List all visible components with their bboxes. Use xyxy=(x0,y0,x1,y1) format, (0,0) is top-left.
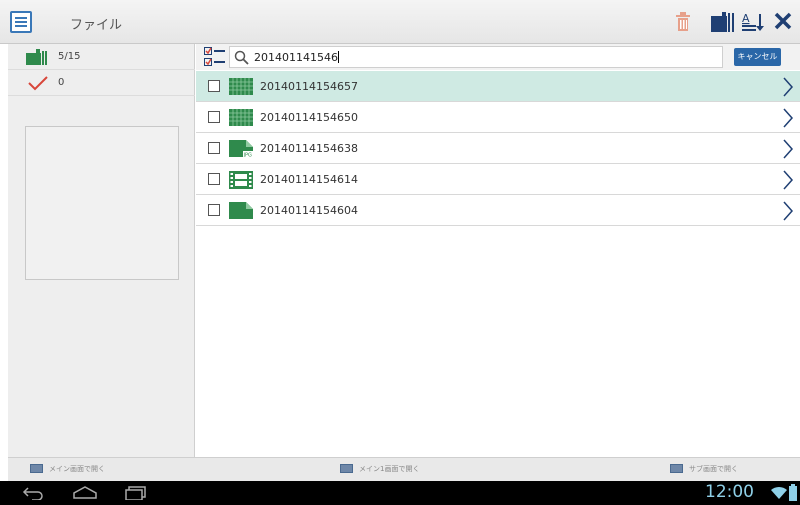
file-name: 20140114154614 xyxy=(260,173,358,186)
open-main1-label: メイン1画面で開く xyxy=(359,465,420,473)
search-bar: 201401141546 キャンセル xyxy=(196,44,800,70)
checkmark-icon xyxy=(28,76,48,91)
list-item[interactable]: 20140114154614 xyxy=(196,164,800,195)
chevron-right-icon[interactable] xyxy=(782,201,794,221)
svg-text:A: A xyxy=(742,12,750,25)
checkbox[interactable] xyxy=(208,204,220,216)
jpeg-file-icon: JPG xyxy=(229,140,253,157)
bottom-action-bar: メイン画面で開く メイン1画面で開く サブ画面で開く xyxy=(8,457,800,481)
window-icon xyxy=(670,464,683,473)
chevron-right-icon[interactable] xyxy=(782,77,794,97)
app-header: ファイル A xyxy=(0,0,800,44)
file-name: 20140114154650 xyxy=(260,111,358,124)
checkbox[interactable] xyxy=(208,142,220,154)
list-item[interactable]: 20140114154650 xyxy=(196,102,800,133)
image-file-icon xyxy=(229,109,253,126)
open-main1-button[interactable]: メイン1画面で開く xyxy=(340,464,419,474)
wifi-icon xyxy=(771,486,787,499)
window-icon xyxy=(340,464,353,473)
checked-count: 0 xyxy=(58,77,65,88)
checked-count-row: 0 xyxy=(8,70,195,96)
document-file-icon xyxy=(229,202,253,219)
search-query: 201401141546 xyxy=(254,51,338,64)
chevron-right-icon[interactable] xyxy=(782,139,794,159)
left-panel: 5/15 0 xyxy=(8,44,195,457)
checkbox[interactable] xyxy=(208,173,220,185)
back-icon[interactable] xyxy=(22,486,44,500)
folder-select-icon[interactable] xyxy=(711,12,735,32)
text-caret xyxy=(337,51,339,63)
clock: 12:00 xyxy=(705,482,754,502)
video-file-icon xyxy=(229,171,253,189)
window-icon xyxy=(30,464,43,473)
image-file-icon xyxy=(229,78,253,95)
checkbox[interactable] xyxy=(208,80,220,92)
trash-icon[interactable] xyxy=(675,12,691,32)
search-icon xyxy=(234,50,249,65)
battery-icon xyxy=(789,484,797,501)
file-list: 20140114154657 20140114154650 JPG 201401… xyxy=(196,71,800,226)
folder-icon xyxy=(26,49,47,65)
system-nav-bar: 12:00 xyxy=(0,481,800,505)
preview-area xyxy=(25,126,179,280)
chevron-right-icon[interactable] xyxy=(782,170,794,190)
file-name: 20140114154638 xyxy=(260,142,358,155)
list-item[interactable]: JPG 20140114154638 xyxy=(196,133,800,164)
menu-icon[interactable] xyxy=(10,11,32,33)
open-main-button[interactable]: メイン画面で開く xyxy=(30,464,105,474)
open-sub-label: サブ画面で開く xyxy=(689,465,738,473)
checkbox[interactable] xyxy=(208,111,220,123)
select-all-icon[interactable] xyxy=(204,47,226,67)
list-item[interactable]: 20140114154657 xyxy=(196,71,800,102)
open-sub-button[interactable]: サブ画面で開く xyxy=(670,464,738,474)
close-icon[interactable] xyxy=(774,12,792,30)
sort-icon[interactable]: A xyxy=(742,12,764,32)
open-main-label: メイン画面で開く xyxy=(49,465,105,473)
recent-apps-icon[interactable] xyxy=(124,486,148,500)
home-icon[interactable] xyxy=(72,486,98,500)
file-count-row: 5/15 xyxy=(8,44,195,70)
file-count: 5/15 xyxy=(58,51,81,62)
file-name: 20140114154657 xyxy=(260,80,358,93)
page-title: ファイル xyxy=(70,18,123,33)
search-input[interactable]: 201401141546 xyxy=(229,46,723,68)
chevron-right-icon[interactable] xyxy=(782,108,794,128)
svg-text:JPG: JPG xyxy=(243,152,252,157)
file-name: 20140114154604 xyxy=(260,204,358,217)
list-item[interactable]: 20140114154604 xyxy=(196,195,800,226)
cancel-button[interactable]: キャンセル xyxy=(734,48,781,66)
